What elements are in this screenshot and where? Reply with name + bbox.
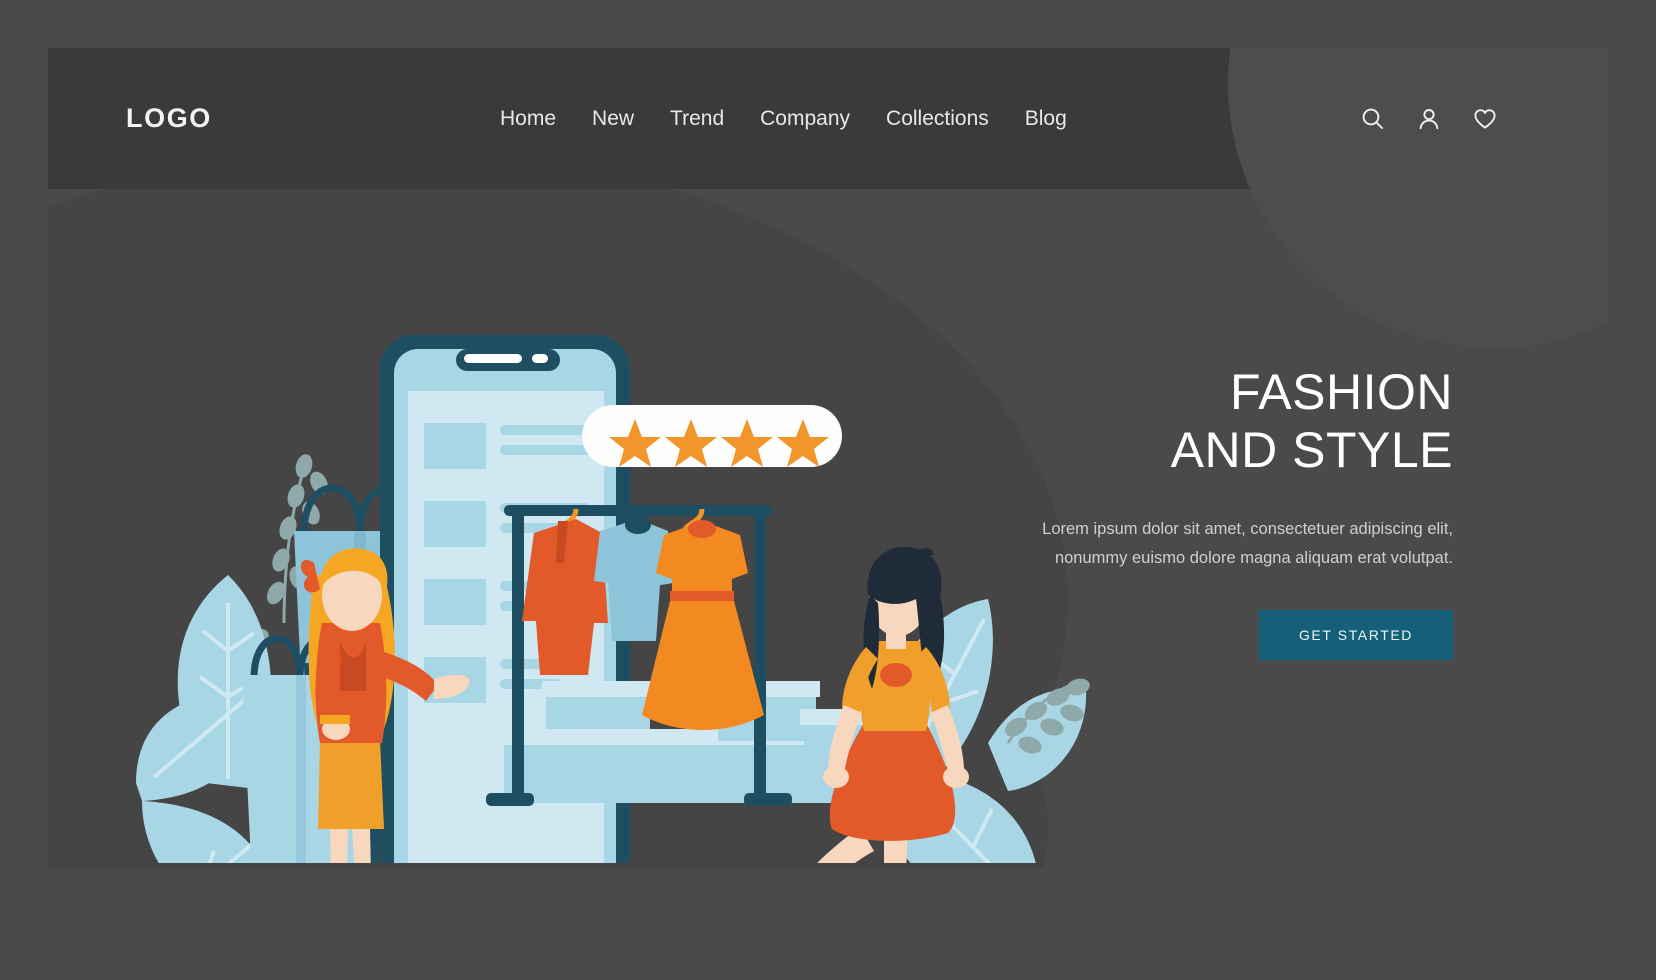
page-title: FASHION AND STYLE (1170, 364, 1453, 478)
search-icon[interactable] (1360, 106, 1386, 132)
logo[interactable]: LOGO (126, 103, 212, 134)
landing-page-card: FASHION AND STYLE Lorem ipsum dolor sit … (48, 48, 1608, 868)
main-navigation: Home New Trend Company Collections Blog (500, 107, 1067, 131)
nav-item-home[interactable]: Home (500, 107, 556, 131)
hero-text-block: FASHION AND STYLE Lorem ipsum dolor sit … (1033, 363, 1453, 660)
header-content: LOGO Home New Trend Company Collections … (48, 48, 1608, 189)
nav-item-blog[interactable]: Blog (1025, 107, 1067, 131)
screenshot-root: FASHION AND STYLE Lorem ipsum dolor sit … (0, 0, 1656, 980)
nav-item-company[interactable]: Company (760, 107, 850, 131)
rating-pill (582, 405, 842, 467)
character-dancer-right (817, 546, 969, 863)
get-started-button[interactable]: GET STARTED (1258, 610, 1453, 660)
hero-illustration (108, 223, 1108, 863)
nav-item-collections[interactable]: Collections (886, 107, 989, 131)
user-icon[interactable] (1416, 106, 1442, 132)
nav-item-trend[interactable]: Trend (670, 107, 724, 131)
heart-icon[interactable] (1472, 106, 1498, 132)
hero-paragraph: Lorem ipsum dolor sit amet, consectetuer… (1042, 520, 1453, 567)
nav-item-new[interactable]: New (592, 107, 634, 131)
header-icon-group (1360, 106, 1498, 132)
